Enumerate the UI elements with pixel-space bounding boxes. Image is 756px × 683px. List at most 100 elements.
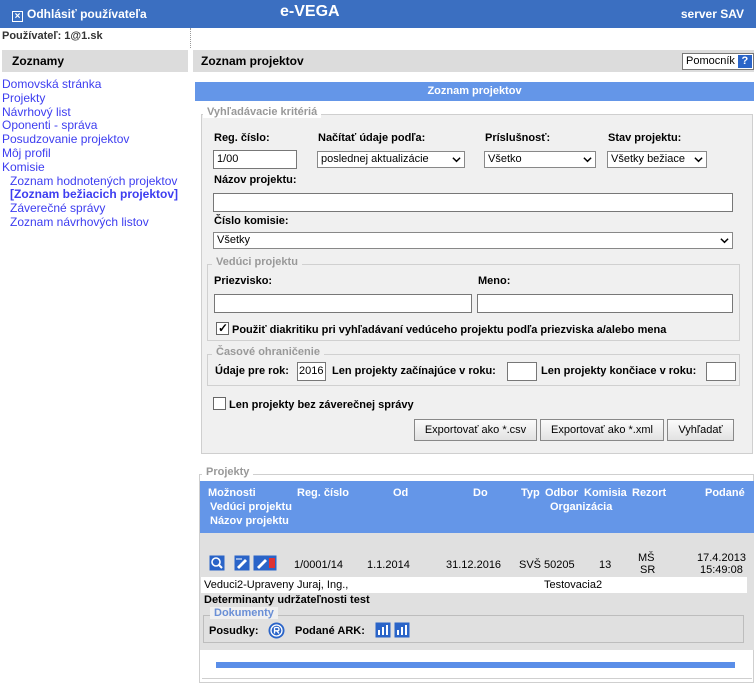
row-project-name: Determinanty udržateľnosti test <box>204 594 370 606</box>
row-ministry-2: SR <box>640 564 656 576</box>
search-button[interactable]: Vyhľadať <box>667 419 734 441</box>
sidebar-nav: Domovská stránka Projekty Návrhový list … <box>2 77 188 230</box>
surname-label: Priezvisko: <box>214 275 273 287</box>
nav-proposals[interactable]: Návrhový list <box>2 105 188 120</box>
row-organization: Testovacia2 <box>544 579 603 591</box>
col-reg: Reg. číslo <box>297 487 349 499</box>
starting-input[interactable] <box>507 362 537 381</box>
help-button[interactable]: Pomocník ? <box>682 53 754 70</box>
ending-input[interactable] <box>706 362 736 381</box>
col-from: Od <box>393 487 409 499</box>
nav-running-projects[interactable]: [Zoznam bežiacich projektov] <box>2 188 188 202</box>
nav-opponents[interactable]: Oponenti - správa <box>2 119 188 133</box>
reviews-label: Posudky: <box>209 625 259 637</box>
row-field: 50205 <box>544 559 575 571</box>
firstname-label: Meno: <box>478 275 511 287</box>
help-label: Pomocník <box>686 55 735 67</box>
starting-label: Len projekty začínajúce v roku: <box>332 365 496 377</box>
diacritics-checkbox[interactable] <box>216 321 229 335</box>
year-input[interactable]: 2016 <box>297 362 326 381</box>
nav-projects[interactable]: Projekty <box>2 91 188 106</box>
no-report-label: Len projekty bez záverečnej správy <box>229 399 414 411</box>
year-label: Údaje pre rok: <box>215 365 289 377</box>
row-from: 1.1.2014 <box>367 559 410 571</box>
col-ministry: Rezort <box>632 487 667 499</box>
divider <box>202 678 752 679</box>
logout-label: Odhlásiť používateľa <box>27 7 147 21</box>
nav-commission[interactable]: Komisie <box>2 160 188 175</box>
row-ministry-1: MŠ <box>638 552 655 564</box>
col-organization: Organizácia <box>550 501 613 513</box>
chevron-down-icon <box>720 238 729 244</box>
view-icon[interactable] <box>209 555 225 571</box>
load-label: Načítať údaje podľa: <box>318 132 426 144</box>
commission-select[interactable]: Všetky <box>213 232 733 249</box>
row-reg: 1/0001/14 <box>294 559 343 571</box>
row-leader: Veduci2-Upraveny Juraj, Ing., <box>204 579 349 591</box>
affiliation-select-value: Všetko <box>488 153 522 165</box>
col-to: Do <box>473 487 488 499</box>
row-type: SVŠ <box>519 559 542 571</box>
list-title: Zoznam projektov <box>195 82 754 101</box>
nav-reviews[interactable]: Posudzovanie projektov <box>2 132 188 147</box>
state-select-value: Všetky bežiace <box>611 153 685 165</box>
col-field: Odbor <box>545 487 578 499</box>
name-input[interactable] <box>213 193 733 212</box>
search-legend: Vyhľadávacie kritériá <box>203 106 322 118</box>
affiliation-select[interactable]: Všetko <box>484 151 596 168</box>
col-leader: Vedúci projektu <box>210 501 292 513</box>
user-line: Používateľ: 1@1.sk <box>2 30 103 42</box>
no-report-checkbox[interactable] <box>213 397 226 410</box>
projects-legend: Projekty <box>202 466 254 478</box>
table-header: Možnosti Vedúci projektu Názov projektu … <box>200 481 754 533</box>
ark-label: Podané ARK: <box>295 625 365 637</box>
pagination-bar <box>216 662 735 668</box>
load-select[interactable]: poslednej aktualizácie <box>317 151 465 168</box>
col-options: Možnosti <box>208 487 256 499</box>
chevron-down-icon <box>694 157 703 163</box>
nav-proposal-lists[interactable]: Zoznam návrhových listov <box>2 215 188 230</box>
edit-icon[interactable] <box>234 555 250 571</box>
logout-button[interactable]: × Odhlásiť používateľa <box>2 2 190 26</box>
close-icon: × <box>12 11 23 22</box>
server-name: server SAV <box>680 7 744 21</box>
review-document-icon[interactable] <box>268 622 285 639</box>
chart-icon[interactable] <box>394 622 410 638</box>
chevron-down-icon <box>583 157 592 163</box>
state-label: Stav projektu: <box>608 132 682 144</box>
ending-label: Len projekty končiace v roku: <box>541 365 697 377</box>
page-title: Zoznam projektov <box>193 50 754 72</box>
chart-icon[interactable] <box>375 622 391 638</box>
nav-profile[interactable]: Môj profil <box>2 146 188 161</box>
chevron-down-icon <box>452 157 461 163</box>
state-select[interactable]: Všetky bežiace <box>607 151 707 168</box>
document-edit-icon[interactable] <box>253 555 277 571</box>
affiliation-label: Príslušnosť: <box>485 132 551 144</box>
diacritics-label: Použiť diakritiku pri vyhľadávaní vedúce… <box>232 324 667 336</box>
row-submitted-date: 17.4.2013 <box>697 552 746 564</box>
load-select-value: poslednej aktualizácie <box>321 153 429 165</box>
nav-final-reports[interactable]: Záverečné správy <box>2 201 188 216</box>
documents-legend: Dokumenty <box>210 607 278 619</box>
row-commission: 13 <box>599 559 612 571</box>
commission-select-value: Všetky <box>217 234 251 246</box>
divider <box>190 28 191 48</box>
col-type: Typ <box>521 487 540 499</box>
nav-home[interactable]: Domovská stránka <box>2 77 188 92</box>
leader-legend: Vedúci projektu <box>212 256 302 268</box>
firstname-input[interactable] <box>477 294 733 313</box>
commission-label: Číslo komisie: <box>214 215 289 227</box>
row-to: 31.12.2016 <box>446 559 502 571</box>
surname-input[interactable] <box>214 294 472 313</box>
row-submitted-time: 15:49:08 <box>700 564 743 576</box>
col-name: Názov projektu <box>210 515 289 527</box>
export-csv-button[interactable]: Exportovať ako *.csv <box>414 419 537 441</box>
nav-rated-projects[interactable]: Zoznam hodnotených projektov <box>2 174 188 189</box>
reg-input[interactable]: 1/00 <box>213 150 297 169</box>
app-title: e-VEGA <box>280 3 340 20</box>
col-submitted: Podané <box>705 487 745 499</box>
export-xml-button[interactable]: Exportovať ako *.xml <box>540 419 664 441</box>
name-label: Názov projektu: <box>214 174 297 186</box>
col-commission: Komisia <box>584 487 627 499</box>
time-legend: Časové ohraničenie <box>212 346 324 358</box>
